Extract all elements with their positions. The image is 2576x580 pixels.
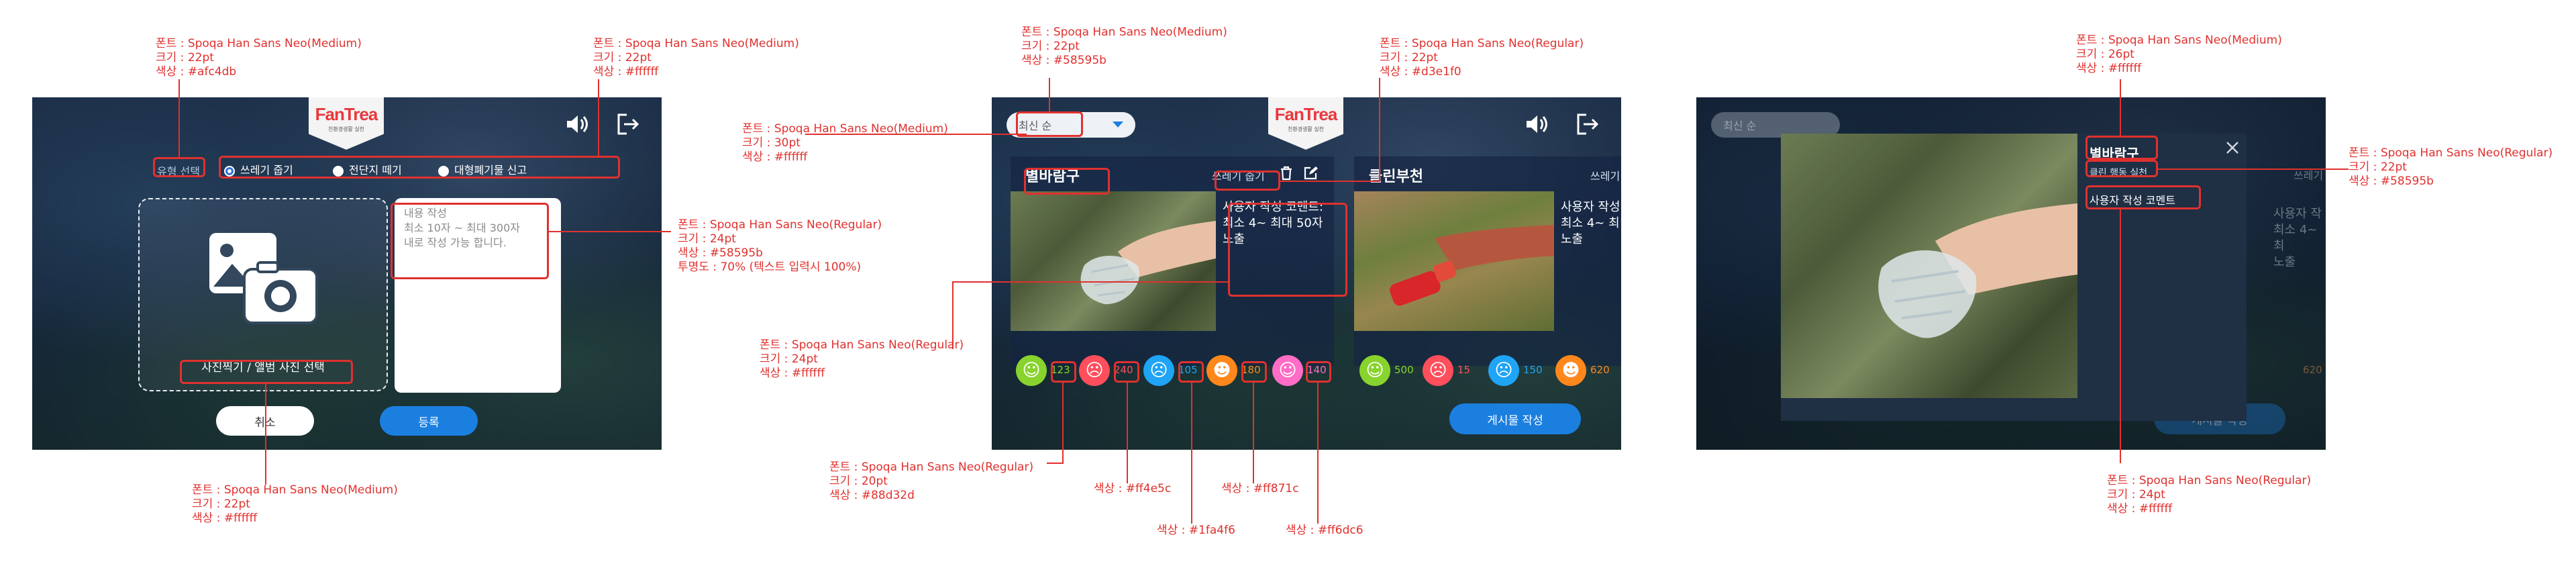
- background-comment: 사용자 작 최소 4~ 최 노출: [2273, 207, 2322, 269]
- annotation-count-red: 색상 : #ff4e5c: [1094, 482, 1172, 495]
- highlight-box: [1016, 111, 1083, 137]
- annotation-comment: 폰트 : Spoqa Han Sans Neo(Regular) 크기 : 24…: [760, 338, 964, 380]
- annotation-count-green: 폰트 : Spoqa Han Sans Neo(Regular) 크기 : 20…: [829, 461, 1034, 502]
- post-photo: [1011, 191, 1216, 331]
- highlight-box: [1241, 361, 1267, 383]
- annotation-textarea: 폰트 : Spoqa Han Sans Neo(Regular) 크기 : 24…: [678, 218, 882, 274]
- reaction-count: 500: [1394, 364, 1414, 376]
- reaction-angry-icon[interactable]: ☹: [1423, 355, 1453, 386]
- close-icon[interactable]: [2225, 140, 2240, 158]
- logout-icon[interactable]: [1573, 109, 1602, 139]
- chevron-down-icon: [1113, 122, 1123, 128]
- highlight-box: [1051, 361, 1076, 383]
- reaction-wow-icon[interactable]: ☻: [1206, 355, 1237, 386]
- cancel-button[interactable]: 취소: [216, 406, 314, 436]
- highlight-box: [2085, 160, 2158, 177]
- annotation-photo-label: 폰트 : Spoqa Han Sans Neo(Medium) 크기 : 22p…: [192, 483, 398, 525]
- write-post-button[interactable]: 게시물 작성: [1449, 403, 1581, 434]
- reaction-happy-icon[interactable]: ☺: [1359, 355, 1390, 386]
- highlight-box: [1228, 203, 1347, 297]
- annotation-card-title: 폰트 : Spoqa Han Sans Neo(Medium) 크기 : 30p…: [742, 122, 948, 164]
- annotation-modal-subtitle: 폰트 : Spoqa Han Sans Neo(Regular) 크기 : 22…: [2349, 146, 2553, 188]
- highlight-box: [1114, 361, 1139, 383]
- card-title: 클린부천: [1369, 168, 1423, 185]
- highlight-box: [1024, 168, 1110, 195]
- highlight-box: [2085, 185, 2201, 209]
- highlight-box: [1215, 171, 1280, 191]
- card-category: 쓰레기: [1590, 170, 1620, 183]
- post-detail-screen: 최신 순 쓰레기 사용자 작 최소 4~ 최 노출 620 게시물 작성 별바람…: [1696, 97, 2326, 450]
- reaction-sad-icon[interactable]: ☹: [1143, 355, 1174, 386]
- annotation-count-pink: 색상 : #ff6dc6: [1286, 524, 1363, 537]
- background-card-label: 쓰레기: [2294, 169, 2324, 182]
- highlight-box: [1178, 361, 1204, 383]
- reaction-angry-icon[interactable]: ☹: [1079, 355, 1110, 386]
- highlight-box: [391, 203, 549, 279]
- annotation-sort: 폰트 : Spoqa Han Sans Neo(Medium) 크기 : 22p…: [1021, 26, 1227, 67]
- post-card[interactable]: 클린부천 쓰레기 사용자 작성 최소 4~ 최 노출: [1354, 156, 1621, 366]
- speaker-icon[interactable]: [562, 109, 592, 139]
- reaction-happy-icon[interactable]: ☺: [1016, 355, 1047, 386]
- post-photo: [1781, 134, 2077, 398]
- submit-button[interactable]: 등록: [380, 406, 478, 436]
- post-create-screen: FanTrea 친환경생활 실천 유형 선택 쓰레기 줍기 전단지 떼기 대형폐…: [32, 97, 662, 450]
- trash-icon[interactable]: [1279, 166, 1294, 183]
- reaction-count: 150: [1523, 364, 1543, 376]
- camera-gallery-icon: [207, 230, 321, 327]
- highlight-box: [219, 156, 620, 179]
- annotation-count-orange: 색상 : #ff871c: [1221, 482, 1299, 495]
- annotation-radio-options: 폰트 : Spoqa Han Sans Neo(Medium) 크기 : 22p…: [593, 37, 799, 79]
- logout-icon[interactable]: [613, 109, 643, 139]
- background-count: 620: [2303, 364, 2322, 376]
- highlight-box: [1306, 361, 1331, 383]
- reaction-count: 620: [1590, 364, 1610, 376]
- reaction-wow-icon[interactable]: ☻: [1555, 355, 1586, 386]
- annotation-type-label: 폰트 : Spoqa Han Sans Neo(Medium) 크기 : 22p…: [156, 37, 362, 79]
- annotation-count-blue: 색상 : #1fa4f6: [1157, 524, 1235, 537]
- annotation-modal-title: 폰트 : Spoqa Han Sans Neo(Medium) 크기 : 26p…: [2076, 34, 2282, 75]
- speaker-icon[interactable]: [1522, 109, 1551, 139]
- post-photo: [1354, 191, 1554, 331]
- highlight-box: [153, 157, 205, 177]
- annotation-category: 폰트 : Spoqa Han Sans Neo(Regular) 크기 : 22…: [1380, 37, 1584, 79]
- highlight-box: [180, 360, 353, 384]
- highlight-box: [2085, 136, 2158, 160]
- post-comment: 사용자 작성 최소 4~ 최 노출: [1561, 200, 1620, 246]
- reaction-love-icon[interactable]: ☺: [1272, 355, 1303, 386]
- reaction-count: 15: [1457, 364, 1471, 376]
- edit-icon[interactable]: [1303, 166, 1318, 183]
- annotation-modal-comment: 폰트 : Spoqa Han Sans Neo(Regular) 크기 : 24…: [2107, 474, 2312, 516]
- post-detail-modal: 별바람구 클린 행동 실천 사용자 작성 코멘트: [1781, 134, 2247, 421]
- reaction-sad-icon[interactable]: ☹: [1488, 355, 1519, 386]
